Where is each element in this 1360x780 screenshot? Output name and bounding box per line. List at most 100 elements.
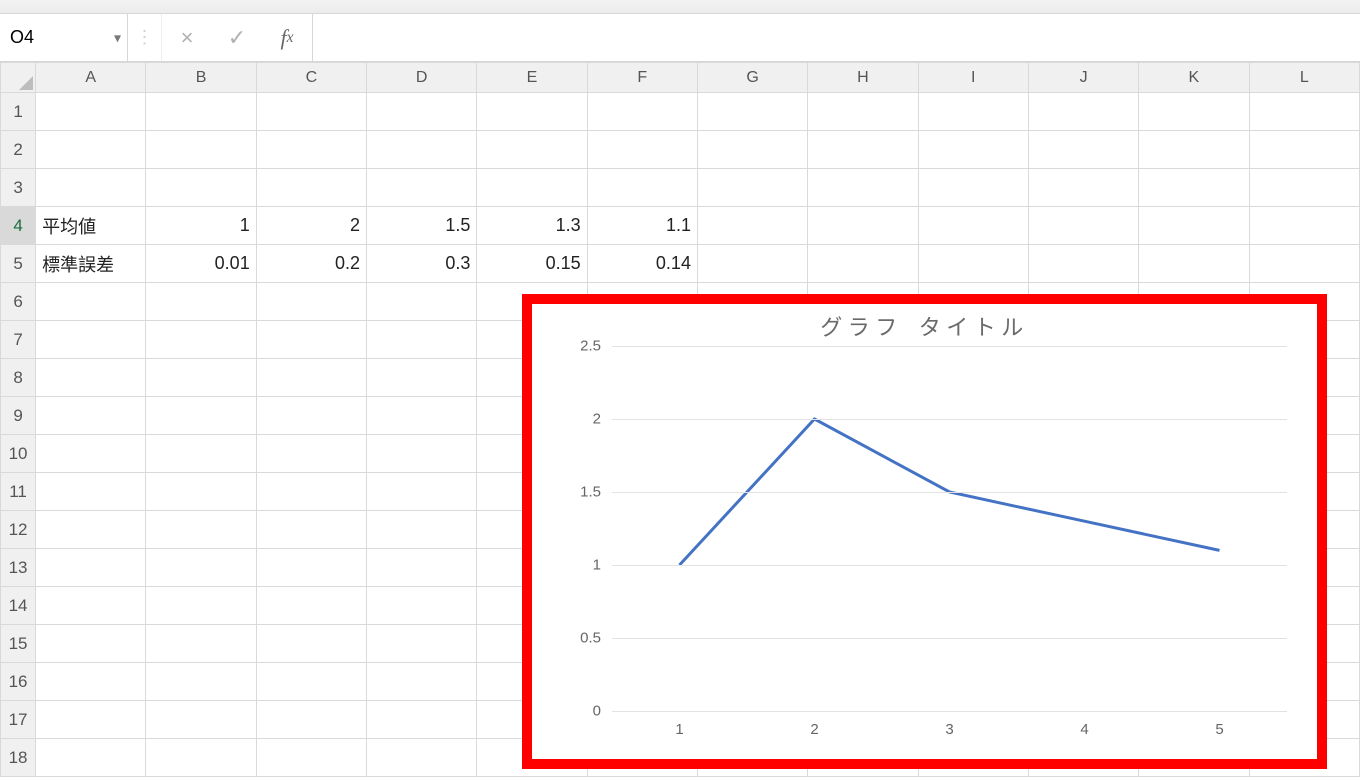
cell-E4[interactable]: 1.3 xyxy=(477,207,587,245)
cell-L1[interactable] xyxy=(1249,93,1359,131)
cell-C14[interactable] xyxy=(256,587,366,625)
cell-G3[interactable] xyxy=(697,169,807,207)
cell-D10[interactable] xyxy=(367,435,477,473)
name-box-dropdown-icon[interactable]: ▾ xyxy=(114,29,121,46)
cell-A14[interactable] xyxy=(36,587,146,625)
cell-B16[interactable] xyxy=(146,663,256,701)
cell-A2[interactable] xyxy=(36,131,146,169)
name-box[interactable]: ▾ xyxy=(0,14,128,61)
cell-F2[interactable] xyxy=(587,131,697,169)
cell-C4[interactable]: 2 xyxy=(256,207,366,245)
row-header-5[interactable]: 5 xyxy=(1,245,36,283)
cell-A11[interactable] xyxy=(36,473,146,511)
cell-C9[interactable] xyxy=(256,397,366,435)
row-header-2[interactable]: 2 xyxy=(1,131,36,169)
cell-J3[interactable] xyxy=(1028,169,1138,207)
column-header-A[interactable]: A xyxy=(36,63,146,93)
cell-C15[interactable] xyxy=(256,625,366,663)
insert-function-button[interactable]: fx xyxy=(262,14,312,61)
cell-B10[interactable] xyxy=(146,435,256,473)
cell-G1[interactable] xyxy=(697,93,807,131)
row-header-6[interactable]: 6 xyxy=(1,283,36,321)
cell-A7[interactable] xyxy=(36,321,146,359)
cell-D11[interactable] xyxy=(367,473,477,511)
cell-B6[interactable] xyxy=(146,283,256,321)
column-header-B[interactable]: B xyxy=(146,63,256,93)
enter-formula-button[interactable]: ✓ xyxy=(212,14,262,61)
column-header-I[interactable]: I xyxy=(918,63,1028,93)
cell-B2[interactable] xyxy=(146,131,256,169)
cell-A8[interactable] xyxy=(36,359,146,397)
cell-C16[interactable] xyxy=(256,663,366,701)
cell-H1[interactable] xyxy=(808,93,918,131)
cell-L4[interactable] xyxy=(1249,207,1359,245)
cell-D7[interactable] xyxy=(367,321,477,359)
cell-J2[interactable] xyxy=(1028,131,1138,169)
cell-D15[interactable] xyxy=(367,625,477,663)
cell-B15[interactable] xyxy=(146,625,256,663)
cell-E1[interactable] xyxy=(477,93,587,131)
cell-K3[interactable] xyxy=(1139,169,1249,207)
cell-B13[interactable] xyxy=(146,549,256,587)
cell-B17[interactable] xyxy=(146,701,256,739)
cell-D6[interactable] xyxy=(367,283,477,321)
formula-input[interactable] xyxy=(313,14,1360,61)
cell-I4[interactable] xyxy=(918,207,1028,245)
column-header-L[interactable]: L xyxy=(1249,63,1359,93)
cell-B9[interactable] xyxy=(146,397,256,435)
cell-F3[interactable] xyxy=(587,169,697,207)
cell-J5[interactable] xyxy=(1028,245,1138,283)
cell-D16[interactable] xyxy=(367,663,477,701)
column-header-F[interactable]: F xyxy=(587,63,697,93)
cell-B14[interactable] xyxy=(146,587,256,625)
row-header-14[interactable]: 14 xyxy=(1,587,36,625)
cell-A9[interactable] xyxy=(36,397,146,435)
cell-C17[interactable] xyxy=(256,701,366,739)
cell-A15[interactable] xyxy=(36,625,146,663)
cell-L2[interactable] xyxy=(1249,131,1359,169)
cell-A13[interactable] xyxy=(36,549,146,587)
cell-D4[interactable]: 1.5 xyxy=(367,207,477,245)
cell-G5[interactable] xyxy=(697,245,807,283)
cell-D9[interactable] xyxy=(367,397,477,435)
row-header-18[interactable]: 18 xyxy=(1,739,36,777)
column-header-G[interactable]: G xyxy=(697,63,807,93)
cell-D5[interactable]: 0.3 xyxy=(367,245,477,283)
cell-J4[interactable] xyxy=(1028,207,1138,245)
cell-D13[interactable] xyxy=(367,549,477,587)
row-header-9[interactable]: 9 xyxy=(1,397,36,435)
cell-C8[interactable] xyxy=(256,359,366,397)
cell-I1[interactable] xyxy=(918,93,1028,131)
row-header-11[interactable]: 11 xyxy=(1,473,36,511)
cell-D12[interactable] xyxy=(367,511,477,549)
column-header-D[interactable]: D xyxy=(367,63,477,93)
cell-B4[interactable]: 1 xyxy=(146,207,256,245)
cell-C1[interactable] xyxy=(256,93,366,131)
cell-E3[interactable] xyxy=(477,169,587,207)
cell-H5[interactable] xyxy=(808,245,918,283)
column-header-C[interactable]: C xyxy=(256,63,366,93)
cell-D3[interactable] xyxy=(367,169,477,207)
row-header-13[interactable]: 13 xyxy=(1,549,36,587)
row-header-12[interactable]: 12 xyxy=(1,511,36,549)
row-header-4[interactable]: 4 xyxy=(1,207,36,245)
cell-L5[interactable] xyxy=(1249,245,1359,283)
cell-C6[interactable] xyxy=(256,283,366,321)
cell-K5[interactable] xyxy=(1139,245,1249,283)
cell-D18[interactable] xyxy=(367,739,477,777)
cell-A1[interactable] xyxy=(36,93,146,131)
cell-I5[interactable] xyxy=(918,245,1028,283)
select-all-corner[interactable] xyxy=(1,63,36,93)
cell-J1[interactable] xyxy=(1028,93,1138,131)
cell-K1[interactable] xyxy=(1139,93,1249,131)
cell-E5[interactable]: 0.15 xyxy=(477,245,587,283)
cell-H2[interactable] xyxy=(808,131,918,169)
cell-B18[interactable] xyxy=(146,739,256,777)
cell-F5[interactable]: 0.14 xyxy=(587,245,697,283)
cell-A18[interactable] xyxy=(36,739,146,777)
row-header-16[interactable]: 16 xyxy=(1,663,36,701)
cell-A12[interactable] xyxy=(36,511,146,549)
cell-D1[interactable] xyxy=(367,93,477,131)
column-header-H[interactable]: H xyxy=(808,63,918,93)
cell-F4[interactable]: 1.1 xyxy=(587,207,697,245)
